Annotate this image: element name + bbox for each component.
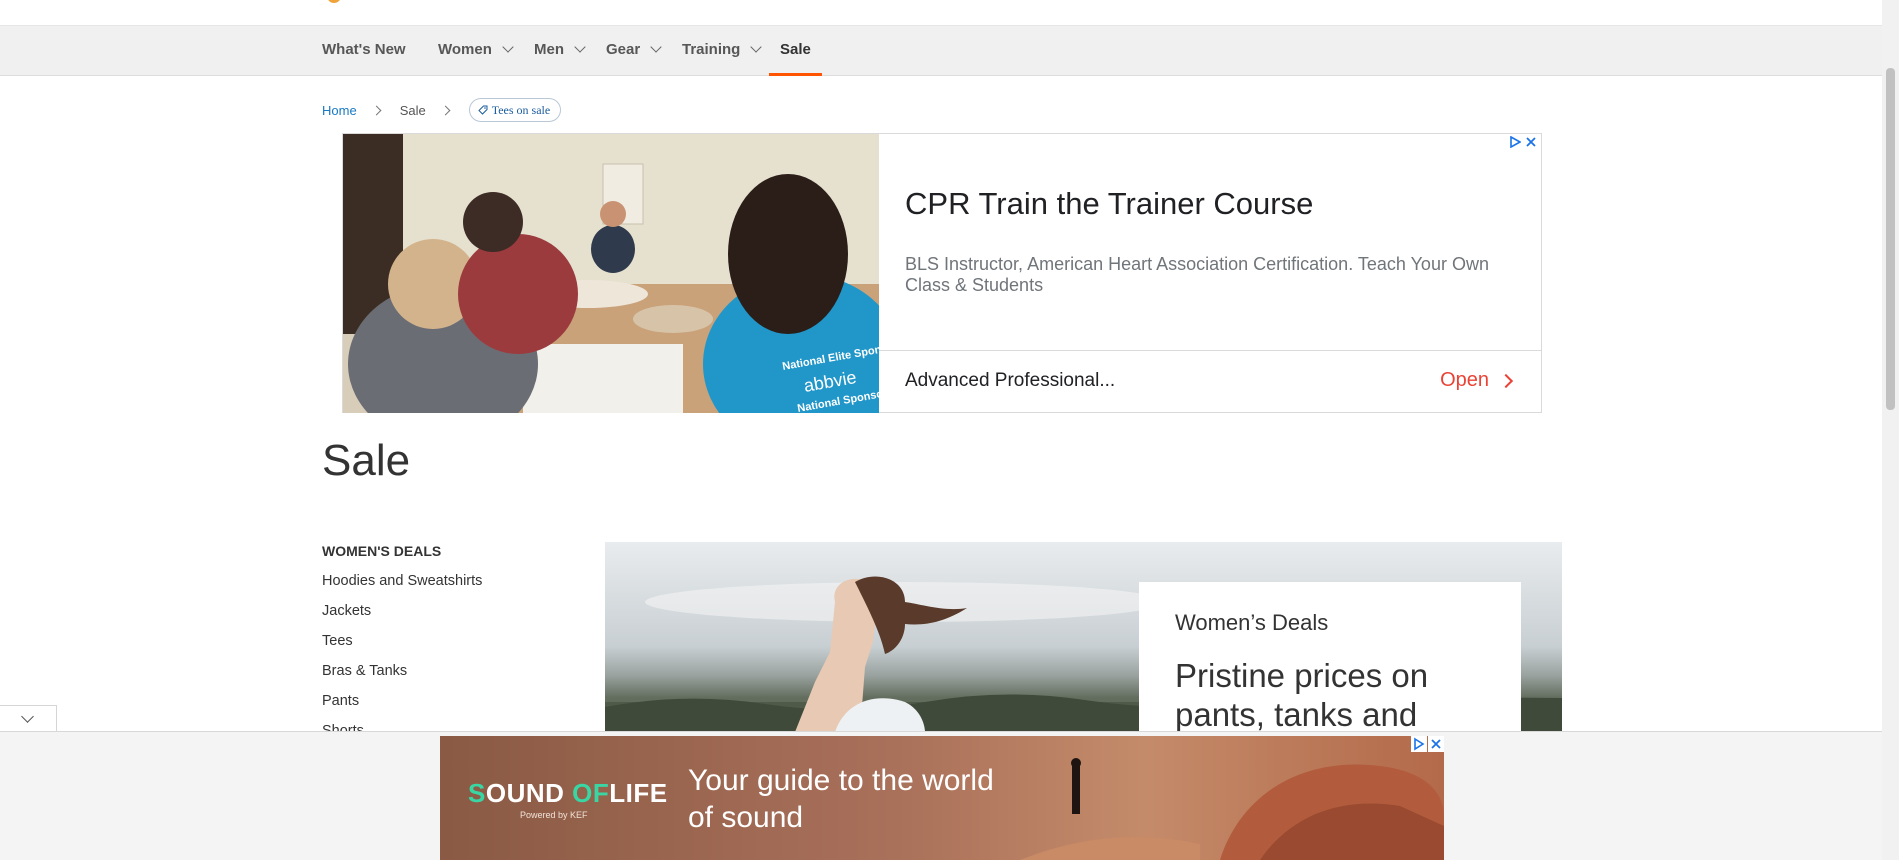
chevron-right-icon [371, 105, 382, 115]
nav-item-label: What's New [322, 41, 406, 58]
banner-card: Women’s Deals Pristine prices on pants, … [1139, 582, 1521, 732]
breadcrumb-current: Sale [399, 102, 426, 118]
sound-of-life-ad[interactable]: SOUND OFLIFE Powered by KEF Your guide t… [440, 736, 1444, 860]
nav-item-gear[interactable]: Gear [606, 26, 662, 76]
sidebar-item-jackets[interactable]: Jackets [322, 602, 482, 632]
nav-item-label: Men [534, 41, 564, 58]
collapse-ad-button[interactable] [0, 705, 57, 731]
nav-item-women[interactable]: Women [438, 26, 514, 76]
adchoices[interactable] [1411, 736, 1444, 752]
main-navigation: What's New Women Men Gear Training Sale [0, 26, 1882, 76]
sidebar-title: WOMEN'S DEALS [322, 543, 442, 559]
adchoices-icon[interactable] [1509, 136, 1521, 148]
nav-item-sale[interactable]: Sale [769, 26, 822, 76]
sidebar-item-hoodies[interactable]: Hoodies and Sweatshirts [322, 572, 482, 602]
tag-icon [478, 105, 488, 115]
womens-deals-banner[interactable]: Women’s Deals Pristine prices on pants, … [605, 542, 1562, 732]
ad-divider [879, 350, 1542, 351]
nav-item-training[interactable]: Training [682, 26, 763, 76]
sidebar-list: Hoodies and Sweatshirts Jackets Tees Bra… [322, 572, 482, 752]
nav-item-label: Gear [606, 41, 641, 58]
ad-open-label: Open [1440, 369, 1489, 391]
scrollbar-thumb[interactable] [1886, 68, 1895, 410]
ad-description: BLS Instructor, American Heart Associati… [905, 254, 1489, 295]
nav-item-label: Sale [780, 41, 811, 58]
ad-brand-sub: Powered by KEF [520, 810, 588, 820]
chevron-down-icon [21, 710, 34, 723]
ad-photo[interactable]: National Elite Sponsor abbvie National S… [343, 134, 879, 413]
nav-item-men[interactable]: Men [534, 26, 586, 76]
ad-footer-text: Advanced Professional... [905, 370, 1116, 391]
nav-item-label: Training [682, 41, 741, 58]
close-icon[interactable] [1428, 736, 1444, 752]
tees-on-sale-chip[interactable]: Tees on sale [468, 98, 562, 122]
sidebar-item-tees[interactable]: Tees [322, 632, 482, 662]
adchoices[interactable] [1509, 136, 1537, 148]
ad-brand-logo: SOUND OFLIFE [468, 778, 668, 808]
scrollbar[interactable] [1882, 0, 1899, 860]
close-icon[interactable] [1525, 136, 1537, 148]
chevron-down-icon [574, 41, 586, 53]
ad-headline: Your guide to the world of sound [688, 764, 994, 834]
sidebar-item-pants[interactable]: Pants [322, 692, 482, 722]
breadcrumb-home-link[interactable]: Home [322, 103, 357, 118]
chevron-down-icon [750, 41, 763, 53]
cpr-course-ad[interactable]: National Elite Sponsor abbvie National S… [342, 133, 1542, 413]
chevron-down-icon [502, 41, 514, 53]
sidebar-item-bras-tanks[interactable]: Bras & Tanks [322, 662, 482, 692]
chevron-down-icon [650, 41, 662, 53]
breadcrumb: Home Sale Tees on sale [322, 98, 562, 122]
nav-item-whats-new[interactable]: What's New [322, 26, 406, 76]
logo[interactable] [327, 0, 341, 3]
chip-label: Tees on sale [491, 102, 551, 117]
nav-item-label: Women [438, 41, 492, 58]
adchoices-icon[interactable] [1411, 736, 1427, 752]
header-strip [0, 0, 1882, 26]
banner-headline: Pristine prices on pants, tanks and [1175, 657, 1429, 732]
page-title: Sale [322, 436, 411, 485]
banner-kicker: Women’s Deals [1175, 610, 1329, 635]
ad-open-button[interactable]: Open [1440, 369, 1514, 392]
chevron-right-icon [1498, 373, 1514, 388]
ad-title[interactable]: CPR Train the Trainer Course [905, 186, 1313, 222]
chevron-right-icon [440, 105, 451, 115]
